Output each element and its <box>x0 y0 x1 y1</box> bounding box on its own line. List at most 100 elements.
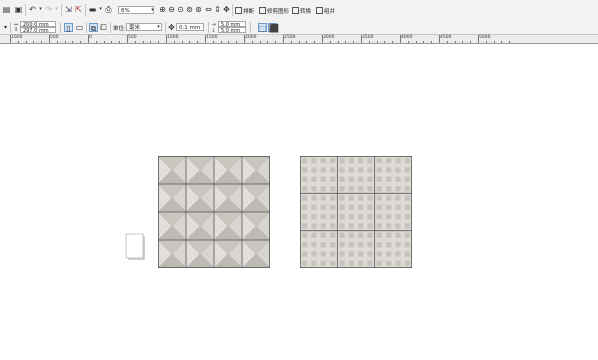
print-icon[interactable]: ⎙ <box>104 5 113 14</box>
drawing-canvas[interactable] <box>0 44 598 360</box>
ruler-minor-tick <box>353 41 355 43</box>
ruler-label: 3500 <box>362 35 374 40</box>
ruler-minor-tick <box>212 41 214 43</box>
ruler-label: 500 <box>128 35 137 40</box>
duplicate-y-value: 5.0 mm <box>221 28 241 34</box>
zoom-out-icon[interactable]: ⊖ <box>167 5 176 14</box>
ruler-minor-tick <box>64 41 66 43</box>
ruler-minor-tick <box>345 41 347 43</box>
zoom-dropdown-icon[interactable]: ▾ <box>148 6 157 15</box>
ruler-minor-tick <box>298 41 300 43</box>
all-pages-icon[interactable]: ⧉ <box>89 23 98 33</box>
units-dropdown-icon[interactable]: ▾ <box>154 23 163 32</box>
ruler-label: 4500 <box>440 35 452 40</box>
ruler-minor-tick <box>197 41 199 43</box>
duplicate-y-icon: ⤓ <box>212 27 215 33</box>
zoom-all-icon[interactable]: ⊚ <box>185 5 194 14</box>
ruler-minor-tick <box>220 41 222 43</box>
ruler-minor-tick <box>56 41 58 43</box>
ruler-minor-tick <box>314 41 316 43</box>
ruler-minor-tick <box>17 41 19 43</box>
nudge-field[interactable]: 0.1 mm <box>176 23 204 31</box>
portrait-icon[interactable]: ▯ <box>64 23 73 33</box>
ruler-minor-tick <box>150 41 152 43</box>
ruler-minor-tick <box>407 41 409 43</box>
ruler-minor-tick <box>134 41 136 43</box>
convert-label: 转换 <box>300 9 312 15</box>
edit-outline-icon[interactable]: ⬚ <box>258 23 267 33</box>
align-button[interactable]: 组并 <box>316 7 335 16</box>
ruler-label: 0 <box>89 35 92 40</box>
intersect-label: 修剪图形 <box>267 9 290 15</box>
ruler-minor-tick <box>228 41 230 43</box>
ruler-label: 2500 <box>284 35 296 40</box>
ruler-minor-tick <box>119 41 121 43</box>
ruler-minor-tick <box>267 41 269 43</box>
pyramid-tile-group[interactable] <box>158 156 270 268</box>
edit-fill-icon[interactable]: ⬛ <box>268 23 279 33</box>
ruler-label: 1000 <box>11 35 23 40</box>
page-icon[interactable] <box>125 233 147 263</box>
ruler-minor-tick <box>95 41 97 43</box>
ruler-label: 5000 <box>479 35 491 40</box>
ruler-minor-tick <box>423 41 425 43</box>
arrange-label: 排断 <box>243 9 255 15</box>
ruler-minor-tick <box>251 41 253 43</box>
zoom-in-icon[interactable]: ⊕ <box>158 5 167 14</box>
ruler-minor-tick <box>142 41 144 43</box>
ruler-minor-tick <box>290 41 292 43</box>
ruler-minor-tick <box>173 41 175 43</box>
ruler-minor-tick <box>33 41 35 43</box>
ruler-minor-tick <box>329 41 331 43</box>
import-icon[interactable]: ⇲ <box>64 5 73 14</box>
height-value: 297.0 mm <box>23 28 49 34</box>
export-icon[interactable]: ⇱ <box>74 5 83 14</box>
zoom-level-value: 6% <box>121 8 130 14</box>
ruler-minor-tick <box>485 41 487 43</box>
height-icon: ↕ <box>13 27 19 33</box>
landscape-icon[interactable]: ▭ <box>75 23 84 32</box>
ruler-minor-tick <box>493 41 495 43</box>
ruler-minor-tick <box>158 41 160 43</box>
height-field[interactable]: 297.0 mm <box>20 27 56 34</box>
ruler-minor-tick <box>454 41 456 43</box>
ruler-minor-tick <box>337 41 339 43</box>
convert-button[interactable]: 转换 <box>292 7 311 16</box>
ruler-label: 1000 <box>167 35 179 40</box>
intersect-button[interactable]: 修剪图形 <box>259 7 289 16</box>
ruler-minor-tick <box>189 41 191 43</box>
ruler-minor-tick <box>446 41 448 43</box>
redo-dropdown-icon[interactable]: ▾ <box>52 5 61 14</box>
ruler-minor-tick <box>181 41 183 43</box>
ruler-minor-tick <box>431 41 433 43</box>
ruler-minor-tick <box>392 41 394 43</box>
paper-size-dropdown-icon[interactable]: ▾ <box>1 23 10 32</box>
ruler-label: 4000 <box>401 35 413 40</box>
units-label: 单位: <box>113 26 126 32</box>
ruler-minor-tick <box>111 41 113 43</box>
arrange-button[interactable]: 排断 <box>235 7 254 16</box>
duplicate-y-field[interactable]: 5.0 mm <box>218 27 246 34</box>
save-icon[interactable]: ▤ <box>2 5 11 14</box>
nudge-value: 0.1 mm <box>179 25 201 31</box>
standard-toolbar: ▤ ▣ ↶ ▾ ↷ ▾ ⇲ ⇱ ▬ ▾ ⎙ 6% ▾ ⊕ ⊖ ⊙ ⊚ ⊛ ⇔ ⇕… <box>0 0 598 22</box>
horizontal-ruler[interactable]: 1000 500 0 500 1000 1500 2000 2500 3000 3500 4000 4… <box>0 35 598 44</box>
zoom-selected-icon[interactable]: ⊙ <box>176 5 185 14</box>
ruler-minor-tick <box>41 41 43 43</box>
paste-icon[interactable]: ▣ <box>14 5 23 14</box>
ruler-minor-tick <box>80 41 82 43</box>
zoom-height-icon[interactable]: ⇕ <box>213 5 222 14</box>
zoom-page-icon[interactable]: ⊛ <box>194 5 203 14</box>
ruler-minor-tick <box>509 41 511 43</box>
ruler-minor-tick <box>470 41 472 43</box>
ruler-minor-tick <box>72 41 74 43</box>
pan-icon[interactable]: ✥ <box>222 5 231 14</box>
ruler-minor-tick <box>275 41 277 43</box>
ruler-minor-tick <box>376 41 378 43</box>
grid-tile-group[interactable] <box>300 156 412 268</box>
zoom-width-icon[interactable]: ⇔ <box>204 5 213 14</box>
ruler-minor-tick <box>236 41 238 43</box>
current-page-icon[interactable]: ⧠ <box>99 23 108 32</box>
units-value: 毫米 <box>129 25 141 31</box>
ruler-minor-tick <box>306 41 308 43</box>
